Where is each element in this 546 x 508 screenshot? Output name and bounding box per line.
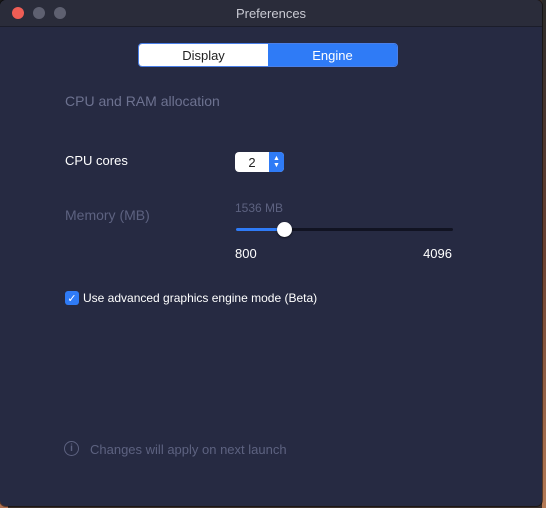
memory-current-value: 1536 MB (235, 201, 284, 215)
advanced-graphics-checkbox[interactable]: ✓ (65, 291, 79, 305)
cpu-cores-select[interactable]: 2 ▲ ▼ (235, 152, 284, 172)
window-title: Preferences (235, 6, 307, 21)
memory-label: Memory (MB) (65, 207, 150, 223)
checkmark-icon: ✓ (67, 292, 77, 305)
tab-switcher: Display Engine (138, 43, 398, 67)
preferences-window: Preferences Display Engine CPU and RAM a… (0, 0, 542, 506)
memory-max-label: 4096 (423, 246, 452, 261)
info-icon: i (64, 441, 79, 456)
cpu-cores-value: 2 (248, 154, 256, 170)
tab-display[interactable]: Display (139, 44, 268, 66)
advanced-graphics-label[interactable]: Use advanced graphics engine mode (Beta) (83, 291, 317, 305)
title-bar[interactable]: Preferences (0, 0, 542, 27)
section-title: CPU and RAM allocation (65, 93, 220, 109)
cpu-cores-label: CPU cores (65, 153, 128, 168)
chevron-updown-icon[interactable]: ▲ ▼ (269, 152, 284, 172)
memory-slider-knob[interactable] (276, 222, 292, 237)
footer-note: Changes will apply on next launch (90, 442, 287, 457)
memory-min-label: 800 (235, 246, 257, 261)
desktop-background (542, 0, 546, 508)
tab-engine[interactable]: Engine (268, 44, 397, 66)
memory-slider[interactable] (236, 222, 453, 237)
